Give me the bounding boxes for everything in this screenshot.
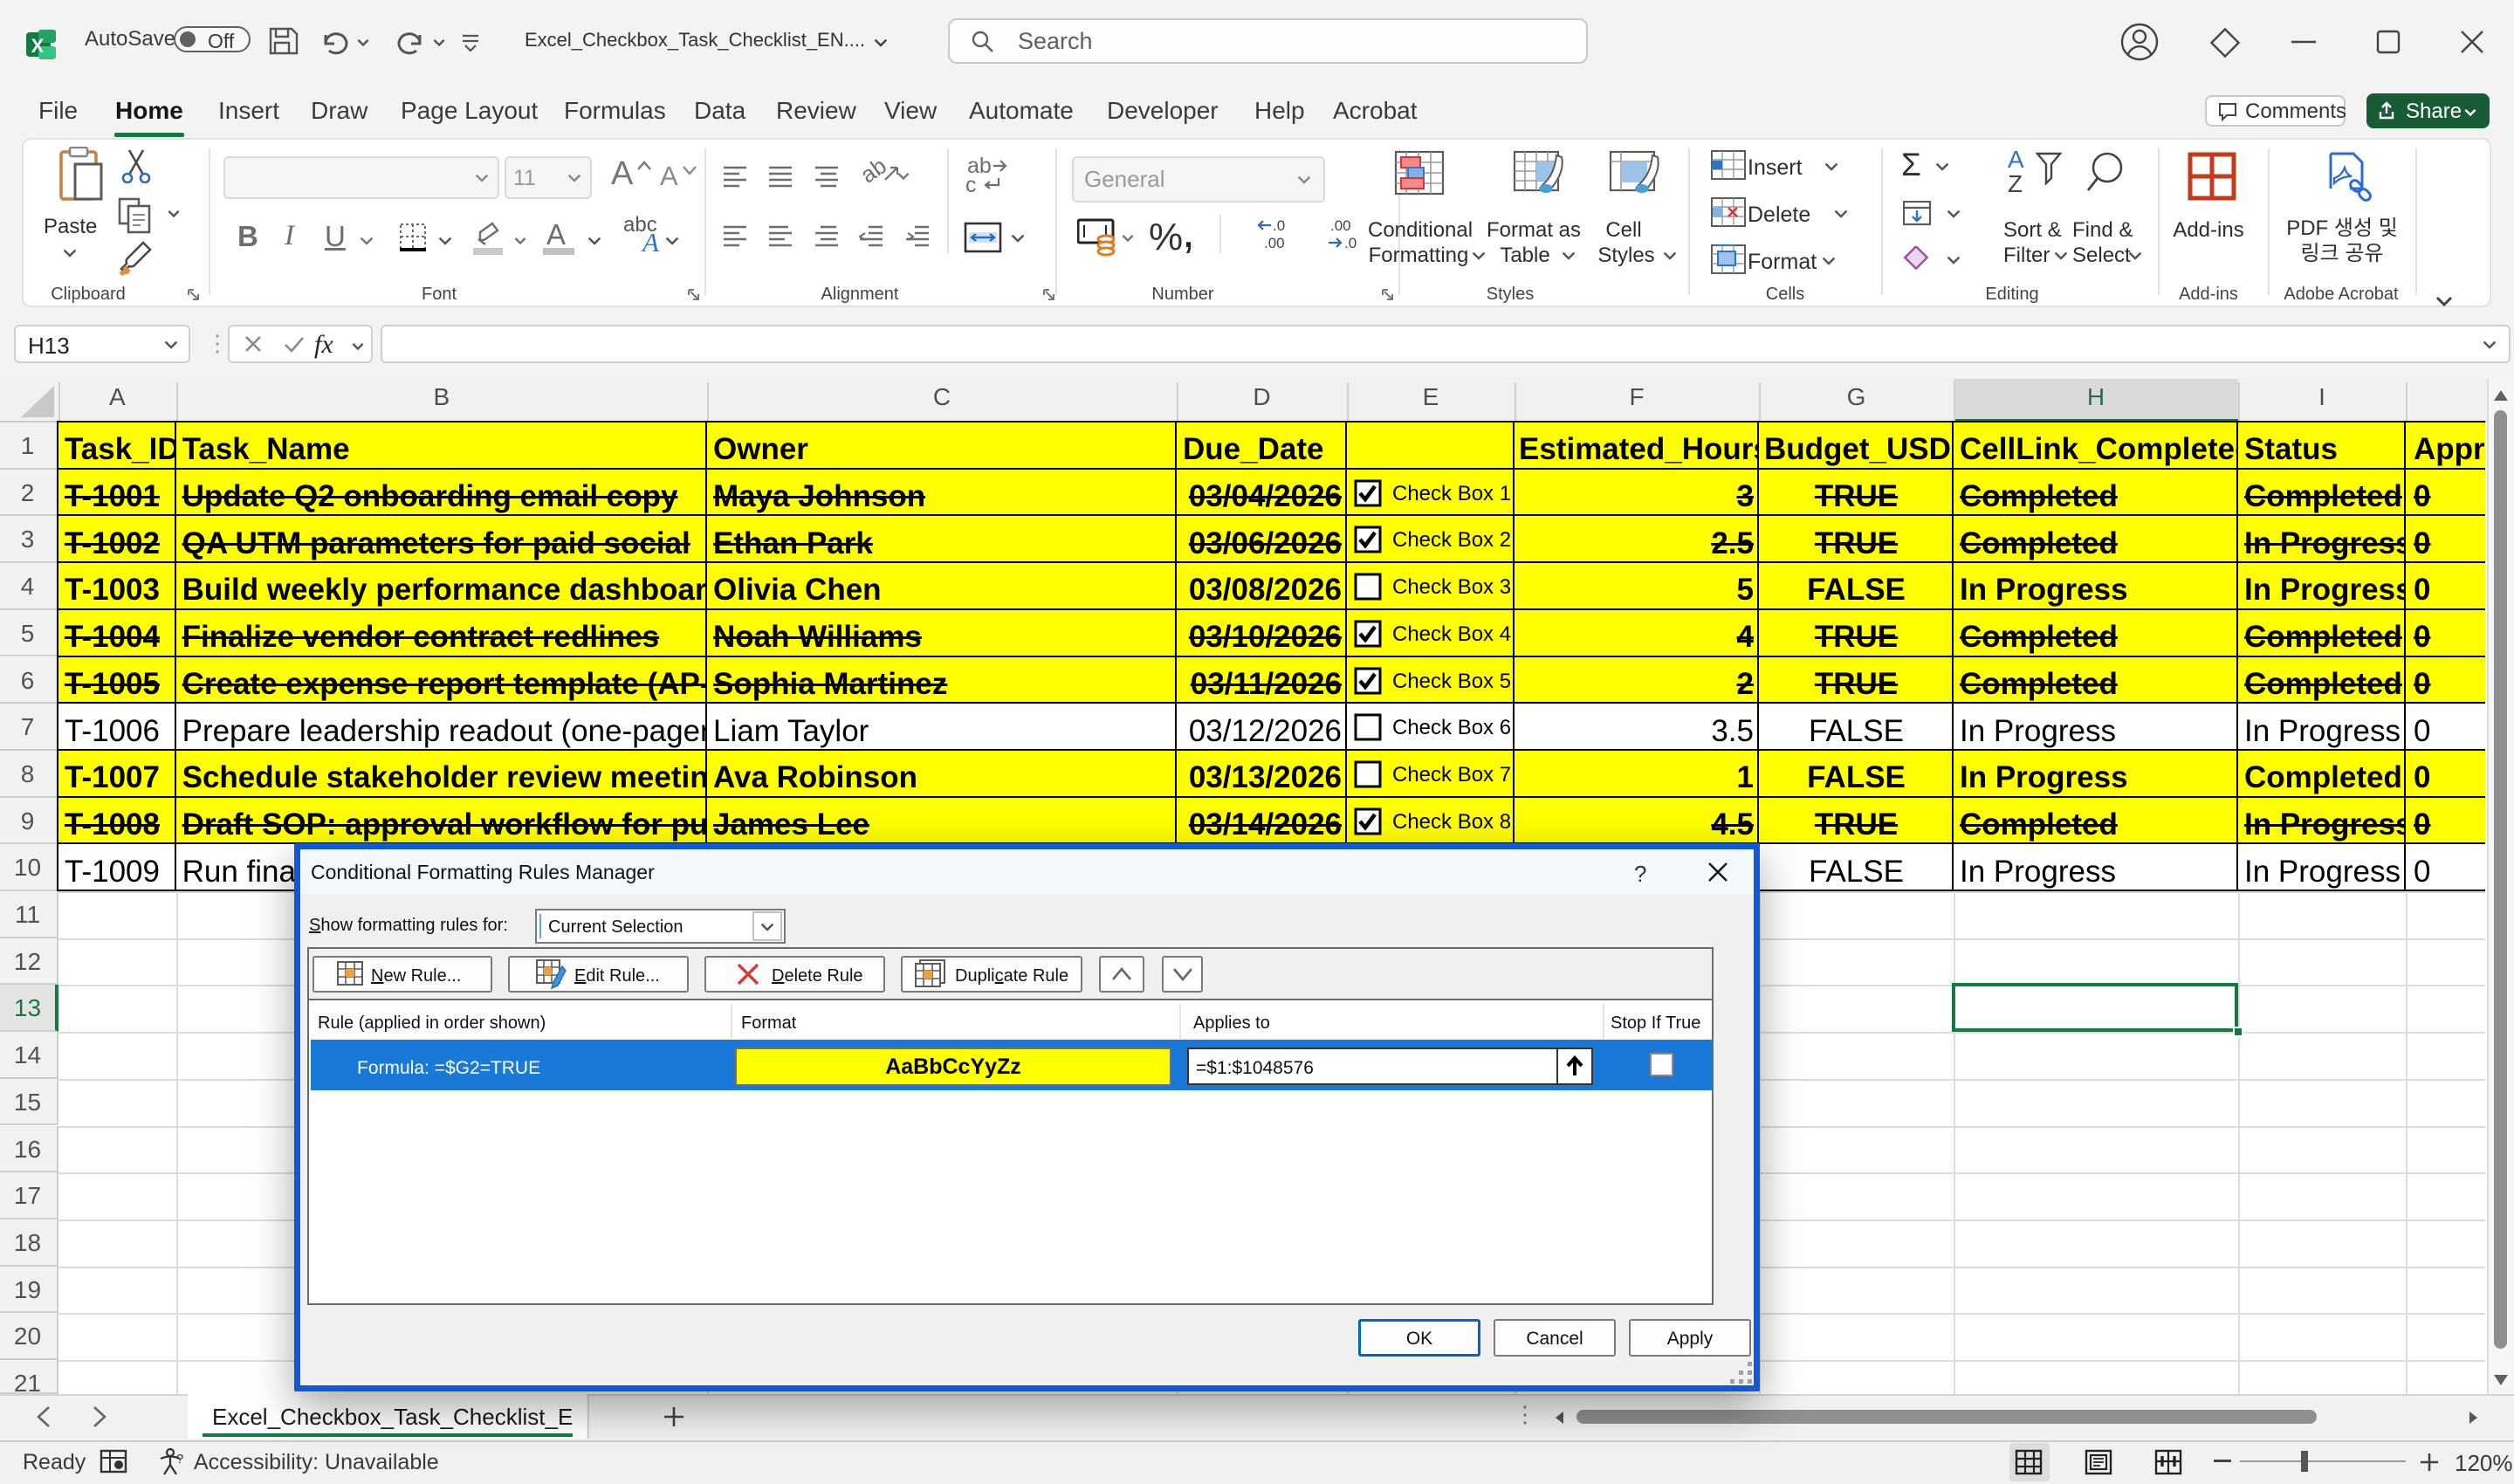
svg-text:X: X — [31, 35, 45, 57]
svg-text:Z: Z — [2008, 170, 2023, 197]
svg-text:.00: .00 — [1264, 235, 1285, 251]
svg-text:.00: .00 — [1330, 218, 1351, 234]
svg-text:.0: .0 — [1344, 235, 1357, 251]
svg-text:?: ? — [176, 1452, 183, 1467]
svg-text:.0: .0 — [1273, 218, 1285, 234]
svg-text:A: A — [2008, 148, 2024, 173]
